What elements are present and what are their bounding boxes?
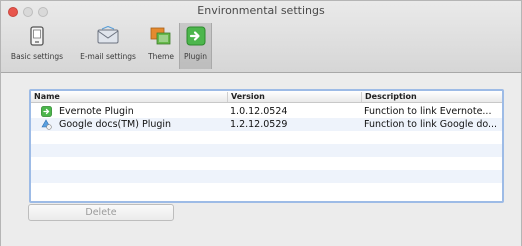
envelope-icon — [95, 23, 121, 49]
palette-icon — [148, 23, 174, 49]
row-version: 1.0.12.0524 — [230, 106, 288, 117]
row-name: Evernote Plugin — [59, 106, 134, 117]
toolbar-label-basic-settings: Basic settings — [10, 52, 64, 61]
toolbar-item-plugin[interactable]: Plugin — [179, 23, 212, 69]
evernote-plugin-icon — [41, 106, 52, 117]
settings-window: Environmental settings Basic settings E-… — [0, 0, 522, 246]
table-row[interactable]: Google docs(TM) Plugin 1.2.12.0529 Funct… — [31, 118, 502, 131]
toolbar-item-theme[interactable]: Theme — [146, 23, 176, 69]
empty-row — [31, 170, 502, 183]
plugin-table[interactable]: Name Version Description Evernote Plugin… — [29, 89, 504, 203]
toolbar-item-basic-settings[interactable]: Basic settings — [7, 23, 67, 69]
empty-row — [31, 183, 502, 196]
toolbar-label-theme: Theme — [148, 52, 174, 61]
column-header-name[interactable]: Name — [31, 92, 227, 102]
toolbar-label-plugin: Plugin — [184, 52, 207, 61]
row-version: 1.2.12.0529 — [230, 119, 288, 130]
table-header: Name Version Description — [31, 91, 502, 103]
toolbar-label-email-settings: E-mail settings — [80, 52, 136, 61]
phone-icon — [24, 23, 50, 49]
column-header-version[interactable]: Version — [227, 92, 361, 102]
toolbar-item-email-settings[interactable]: E-mail settings — [75, 23, 141, 69]
empty-row — [31, 131, 502, 144]
empty-row — [31, 157, 502, 170]
google-docs-plugin-icon — [41, 119, 52, 130]
empty-row — [31, 144, 502, 157]
title-bar: Environmental settings Basic settings E-… — [1, 1, 521, 73]
row-name: Google docs(TM) Plugin — [59, 119, 172, 130]
plugin-icon — [183, 23, 209, 49]
column-header-description[interactable]: Description — [361, 92, 502, 102]
row-description: Function to link Google do... — [364, 119, 498, 130]
plugin-panel: Name Version Description Evernote Plugin… — [1, 74, 521, 246]
row-description: Function to link Evernote... — [364, 106, 492, 117]
window-title: Environmental settings — [197, 4, 325, 17]
delete-button[interactable]: Delete — [28, 204, 174, 221]
table-row[interactable]: Evernote Plugin 1.0.12.0524 Function to … — [31, 105, 502, 118]
